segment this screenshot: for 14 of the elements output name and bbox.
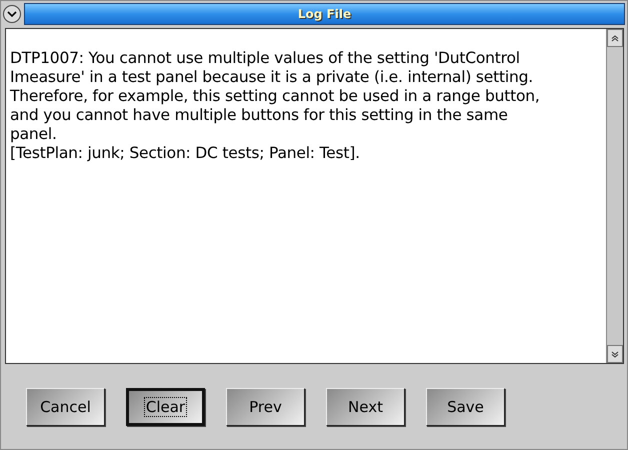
window-menu-button[interactable] — [3, 5, 21, 23]
dialog-button[interactable]: Prev — [226, 388, 305, 426]
dialog-button[interactable]: Clear — [126, 388, 205, 426]
log-message: DTP1007: You cannot use multiple values of the setting 'DutControl Imeasure' in a test panel because it is a private (i.e. internal) setting. Therefore, for example, this setting cannot be used in a range button, and you cannot have multiple buttons for this setting in the same panel. [TestPlan: junk; Section: DC tests; Panel: Test]. — [9, 48, 541, 164]
dialog-button[interactable]: Cancel — [26, 388, 105, 426]
double-chevron-down-icon — [611, 350, 619, 358]
scroll-up-button[interactable] — [607, 29, 623, 47]
window-title: Log File — [24, 3, 625, 25]
dialog-button[interactable]: Save — [426, 388, 505, 426]
double-chevron-up-icon — [611, 34, 619, 42]
chevron-down-icon — [7, 10, 17, 18]
scrollbar[interactable] — [606, 29, 623, 363]
dialog-button[interactable]: Next — [326, 388, 405, 426]
scroll-down-button[interactable] — [607, 345, 623, 363]
